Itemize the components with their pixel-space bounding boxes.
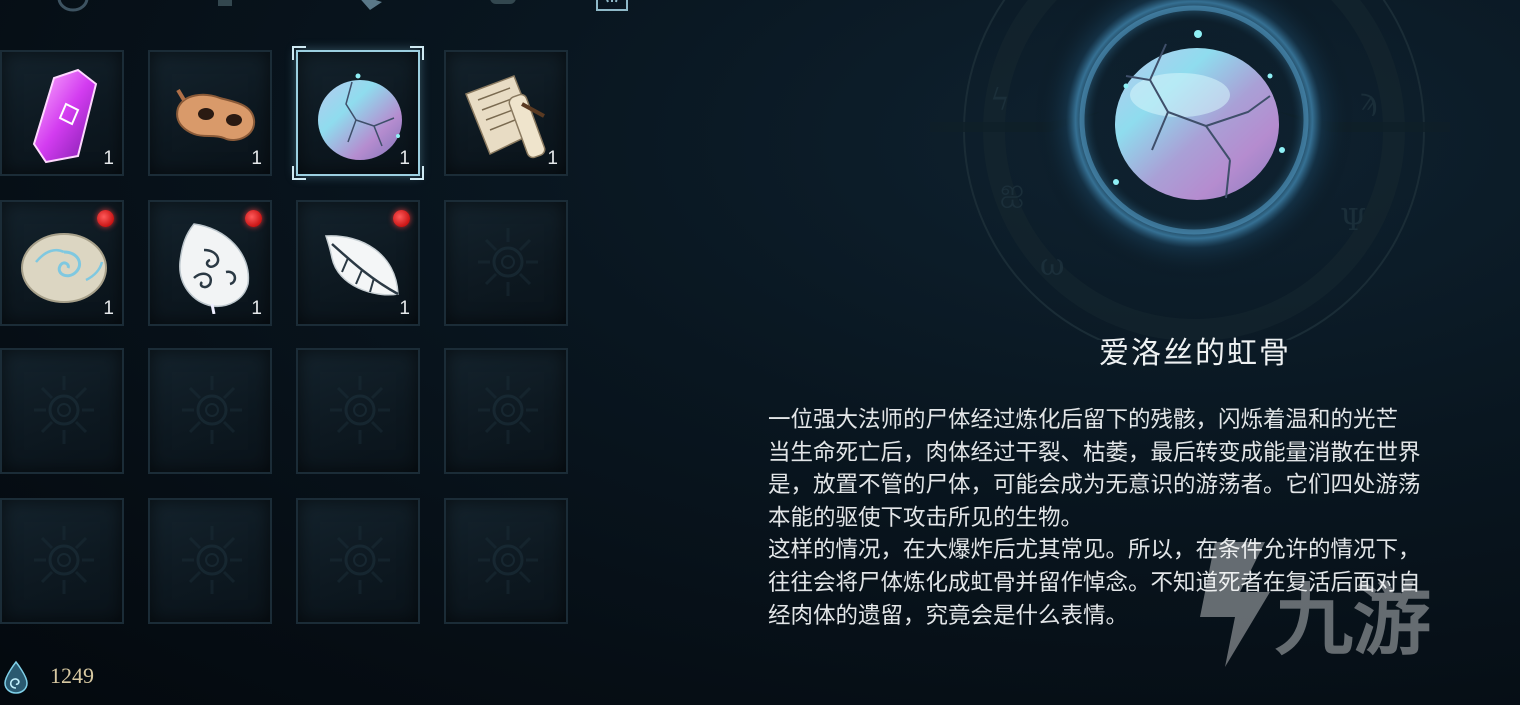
tab-quill-icon[interactable]: [352, 0, 386, 12]
tab-cloud-icon[interactable]: [486, 0, 520, 12]
item-description: 一位强大法师的尸体经过炼化后留下的残骸，闪烁着温和的光芒 当生命死亡后，肉体经过干…: [768, 404, 1520, 704]
selection-corner: [410, 166, 424, 180]
item-count: 1: [103, 148, 114, 169]
bronze-mask-icon: [164, 64, 260, 164]
description-line: 是，放置不管的尸体，可能会成为无意识的游荡者。它们四处游荡: [768, 472, 1421, 498]
inventory-slot-empty[interactable]: [296, 498, 420, 624]
item-name: 爱洛丝的虹骨: [1099, 337, 1291, 370]
item-count: 1: [103, 298, 114, 319]
slot-emblem-icon: [468, 520, 548, 600]
inventory-slot-empty[interactable]: [0, 348, 124, 474]
inventory-slot-paper-scroll[interactable]: 1: [444, 50, 568, 176]
selection-corner: [292, 46, 306, 60]
item-count: 1: [251, 148, 262, 169]
description-line: 往往会将尸体炼化成虹骨并留作悼念。不知道死者在复活后面对自: [768, 569, 1421, 595]
inventory-slot-empty[interactable]: [444, 200, 568, 326]
new-item-badge: [245, 210, 262, 227]
inventory-slot-empty[interactable]: [444, 348, 568, 474]
description-line: 当生命死亡后，肉体经过干裂、枯萎，最后转变成能量消散在世界: [768, 439, 1421, 465]
inventory-slot-empty[interactable]: [0, 498, 124, 624]
currency-amount: 1249: [50, 663, 94, 688]
purple-crystal-icon: [16, 64, 112, 164]
inventory-slot-ornate-white-leaf[interactable]: 1: [148, 200, 272, 326]
slot-emblem-icon: [172, 370, 252, 450]
paper-scroll-icon: [460, 64, 556, 164]
selection-corner: [410, 46, 424, 60]
description-line: 一位强大法师的尸体经过炼化后留下的残骸，闪烁着温和的光芒: [768, 407, 1399, 432]
soul-drop-icon: [2, 660, 30, 694]
description-line: 经肉体的遗留，究竟会是什么表情。: [768, 602, 1129, 628]
inventory-slot-empty[interactable]: [148, 348, 272, 474]
category-tabs: [0, 0, 640, 14]
slot-emblem-icon: [24, 520, 104, 600]
swirl-stone-icon: [16, 214, 112, 314]
tab-book-icon[interactable]: [596, 0, 630, 12]
tab-figure-icon[interactable]: [208, 0, 242, 12]
description-line: 这样的情况，在大爆炸后尤其常见。所以，在条件允许的情况下，: [768, 537, 1421, 563]
inventory-slot-rainbow-bone-orb[interactable]: 1: [292, 46, 424, 180]
rune-glyph: Ψ: [1340, 203, 1366, 238]
rune-glyph: ω: [1040, 248, 1064, 283]
slot-emblem-icon: [320, 370, 400, 450]
item-count: 1: [547, 148, 558, 169]
white-feather-icon: [312, 214, 408, 314]
ornate-white-leaf-icon: [164, 214, 260, 315]
slot-emblem-icon: [320, 520, 400, 600]
rainbow-bone-orb-icon: [312, 64, 408, 164]
rune-glyph: ஐ: [1000, 173, 1024, 208]
currency-display: 1249: [2, 658, 202, 694]
item-count: 1: [251, 298, 262, 319]
slot-emblem-icon: [468, 370, 548, 450]
selection-corner: [292, 166, 306, 180]
slot-emblem-icon: [172, 520, 252, 600]
rune-glyph: ϡ: [1360, 83, 1377, 118]
description-line: 本能的驱使下攻击所见的生物。: [768, 504, 1084, 530]
slot-emblem-icon: [468, 222, 548, 302]
inventory-slot-bronze-mask[interactable]: 1: [148, 50, 272, 176]
item-count: 1: [399, 148, 410, 169]
inventory-grid: 1 1 1 1 1 1 1: [0, 46, 580, 630]
inventory-slot-empty[interactable]: [296, 348, 420, 474]
inventory-slot-purple-crystal[interactable]: 1: [0, 50, 124, 176]
tab-orb-icon[interactable]: [56, 0, 90, 12]
slot-emblem-icon: [24, 370, 104, 450]
inventory-slot-empty[interactable]: [148, 498, 272, 624]
rune-glyph: ϟ: [990, 83, 1010, 118]
item-preview: ஐ ω Ψ ϡ ϟ: [930, 0, 1450, 361]
inventory-slot-swirl-stone[interactable]: 1: [0, 200, 124, 326]
new-item-badge: [393, 210, 410, 227]
inventory-slot-white-feather[interactable]: 1: [296, 200, 420, 326]
item-count: 1: [399, 298, 410, 319]
new-item-badge: [97, 210, 114, 227]
inventory-slot-empty[interactable]: [444, 498, 568, 624]
